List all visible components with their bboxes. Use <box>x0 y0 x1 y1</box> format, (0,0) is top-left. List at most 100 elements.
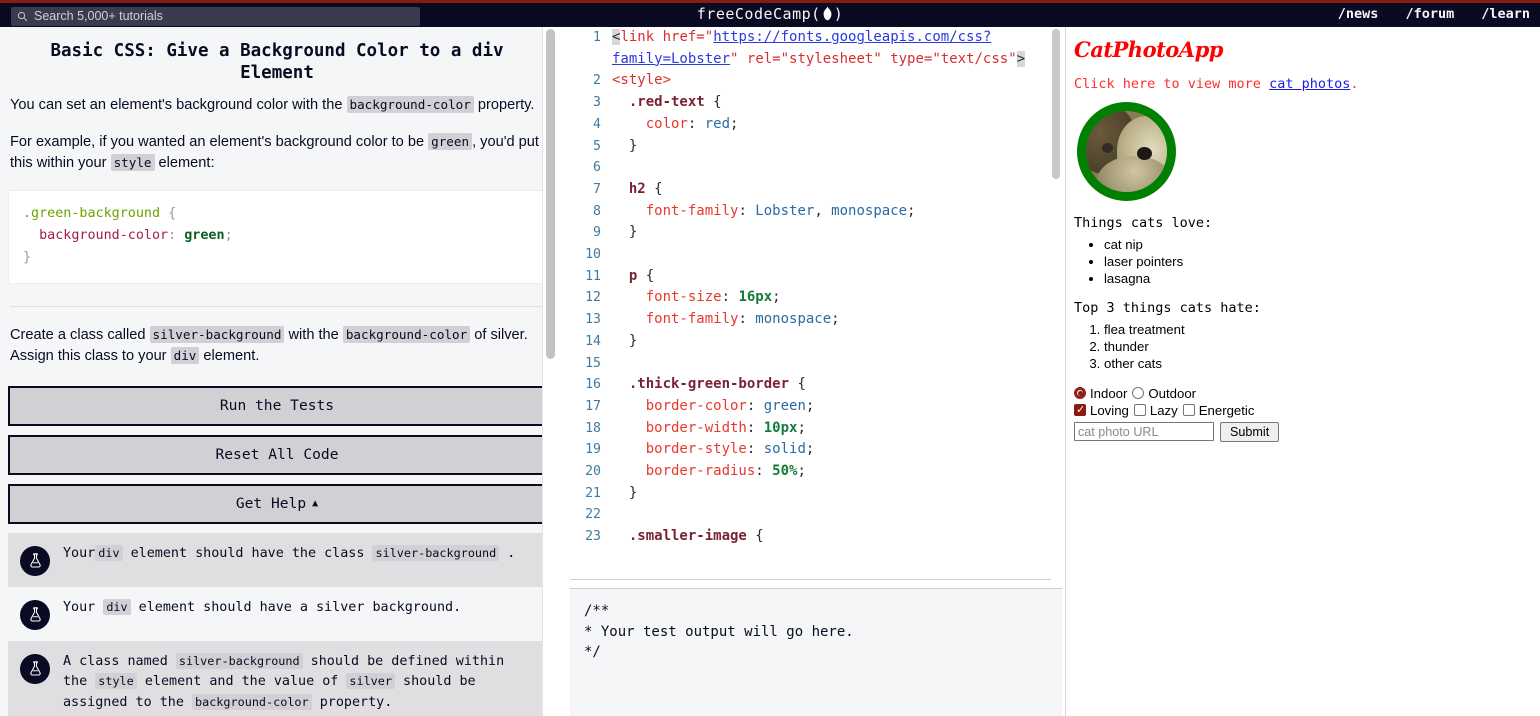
line-source[interactable]: border-width: 10px; <box>612 418 1062 440</box>
brand-text: freeCodeCamp( <box>697 5 821 23</box>
radio-indoor[interactable]: Indoor <box>1074 386 1127 401</box>
code-token: } <box>612 138 637 154</box>
line-source[interactable]: color: red; <box>612 114 1062 136</box>
code-token <box>612 94 629 110</box>
code-token: 10px <box>764 420 798 436</box>
line-source[interactable]: border-color: green; <box>612 396 1062 418</box>
checkbox-lazy[interactable]: Lazy <box>1134 403 1178 418</box>
line-source[interactable]: } <box>612 483 1062 505</box>
radio-checked-icon[interactable] <box>1074 387 1086 399</box>
checkbox-checked-icon[interactable] <box>1074 404 1086 416</box>
checkbox-unchecked-icon[interactable] <box>1183 404 1195 416</box>
line-number: 11 <box>570 266 612 288</box>
cat-url-submit-row: Submit <box>1074 422 1530 442</box>
cat-body-shape <box>1097 156 1172 201</box>
editor-scrollbar[interactable] <box>1051 27 1062 580</box>
submit-button[interactable]: Submit <box>1220 422 1279 442</box>
line-number: 18 <box>570 418 612 440</box>
editor-line: 2<style> <box>570 70 1062 92</box>
line-source[interactable]: } <box>612 222 1062 244</box>
flask-icon <box>27 552 44 569</box>
text-run: . <box>1350 76 1358 92</box>
flask-icon <box>27 606 44 623</box>
preview-panel: CatPhotoApp Click here to view more cat … <box>1065 27 1540 716</box>
line-source[interactable]: .smaller-image { <box>612 526 1062 548</box>
flask-badge <box>20 600 50 630</box>
code-token: { <box>747 528 764 544</box>
text-run: You can set an element's background colo… <box>10 97 347 113</box>
code-token: : <box>738 311 755 327</box>
code-editor[interactable]: 1<link href="https://fonts.googleapis.co… <box>570 27 1062 580</box>
cat-photos-link[interactable]: cat photos <box>1269 76 1350 92</box>
code-token <box>612 528 629 544</box>
line-source[interactable]: font-family: Lobster, monospace; <box>612 201 1062 223</box>
nav-link-forum[interactable]: /forum <box>1405 6 1454 22</box>
inline-code: silver-background <box>372 545 499 561</box>
code-token: monospace <box>831 203 907 219</box>
line-source[interactable]: border-radius: 50%; <box>612 461 1062 483</box>
nav-link-learn[interactable]: /learn <box>1481 6 1530 22</box>
editor-line: 14 } <box>570 331 1062 353</box>
line-source[interactable]: border-style: solid; <box>612 439 1062 461</box>
brace-close: } <box>23 250 31 265</box>
scrollbar-thumb[interactable] <box>1052 29 1060 179</box>
code-token: : <box>747 441 764 457</box>
code-token: href= <box>663 29 705 45</box>
chevron-up-icon: ▲ <box>312 498 318 509</box>
editor-line: 8 font-family: Lobster, monospace; <box>570 201 1062 223</box>
editor-line: 17 border-color: green; <box>570 396 1062 418</box>
radio-unchecked-icon[interactable] <box>1132 387 1144 399</box>
line-number: 21 <box>570 483 612 505</box>
text-run: property. <box>312 695 393 710</box>
test-requirement-item: Yourdiv element should have the class si… <box>8 533 546 587</box>
flask-badge <box>20 546 50 576</box>
nav-link-news[interactable]: /news <box>1338 6 1379 22</box>
text-run: . <box>499 546 515 561</box>
flame-icon <box>821 6 834 21</box>
code-token: { <box>705 94 722 110</box>
inline-code: style <box>95 673 137 689</box>
line-source[interactable]: h2 { <box>612 179 1062 201</box>
checkbox-loving[interactable]: Loving <box>1074 403 1129 418</box>
code-token: border-width <box>646 420 747 436</box>
line-source[interactable]: font-size: 16px; <box>612 287 1062 309</box>
line-source[interactable]: .thick-green-border { <box>612 374 1062 396</box>
list-item: laser pointers <box>1104 255 1530 270</box>
search-box[interactable] <box>11 7 420 26</box>
checkbox-unchecked-icon[interactable] <box>1134 404 1146 416</box>
search-input[interactable] <box>34 8 414 25</box>
preview-app-title: CatPhotoApp <box>1074 37 1530 62</box>
cat-photo-url-input[interactable] <box>1074 422 1214 441</box>
line-source[interactable]: font-family: monospace; <box>612 309 1062 331</box>
instructions-scrollbar[interactable] <box>542 27 556 716</box>
test-requirement-text: Yourdiv element should have the class si… <box>63 544 532 565</box>
editor-line: 9 } <box>570 222 1062 244</box>
checkbox-label: Loving <box>1090 403 1129 418</box>
flask-badge <box>20 654 50 684</box>
instruction-paragraph-3: Create a class called silver-background … <box>8 325 546 367</box>
run-tests-button[interactable]: Run the Tests <box>8 386 546 426</box>
code-token: " <box>705 29 713 45</box>
checkbox-energetic[interactable]: Energetic <box>1183 403 1255 418</box>
line-source[interactable]: } <box>612 136 1062 158</box>
line-source[interactable]: .red-text { <box>612 92 1062 114</box>
text-run: For example, if you wanted an element's … <box>10 134 428 150</box>
code-token: <style> <box>612 72 671 88</box>
indoor-outdoor-radio-group: Indoor Outdoor <box>1074 386 1530 401</box>
scrollbar-thumb[interactable] <box>546 29 555 359</box>
line-source[interactable]: } <box>612 331 1062 353</box>
css-value: green <box>184 228 224 243</box>
code-token: "stylesheet" <box>781 51 882 67</box>
line-number: 17 <box>570 396 612 418</box>
editor-line: 4 color: red; <box>570 114 1062 136</box>
reset-all-code-button[interactable]: Reset All Code <box>8 435 546 475</box>
get-help-button[interactable]: Get Help▲ <box>8 484 546 524</box>
code-token: ; <box>797 463 805 479</box>
line-source[interactable]: <link href="https://fonts.googleapis.com… <box>612 27 1062 70</box>
line-source[interactable]: p { <box>612 266 1062 288</box>
inline-code: background-color <box>192 694 312 710</box>
line-source[interactable]: <style> <box>612 70 1062 92</box>
radio-outdoor[interactable]: Outdoor <box>1132 386 1196 401</box>
cats-love-heading: Things cats love: <box>1074 215 1530 231</box>
editor-line: 1<link href="https://fonts.googleapis.co… <box>570 27 1062 70</box>
